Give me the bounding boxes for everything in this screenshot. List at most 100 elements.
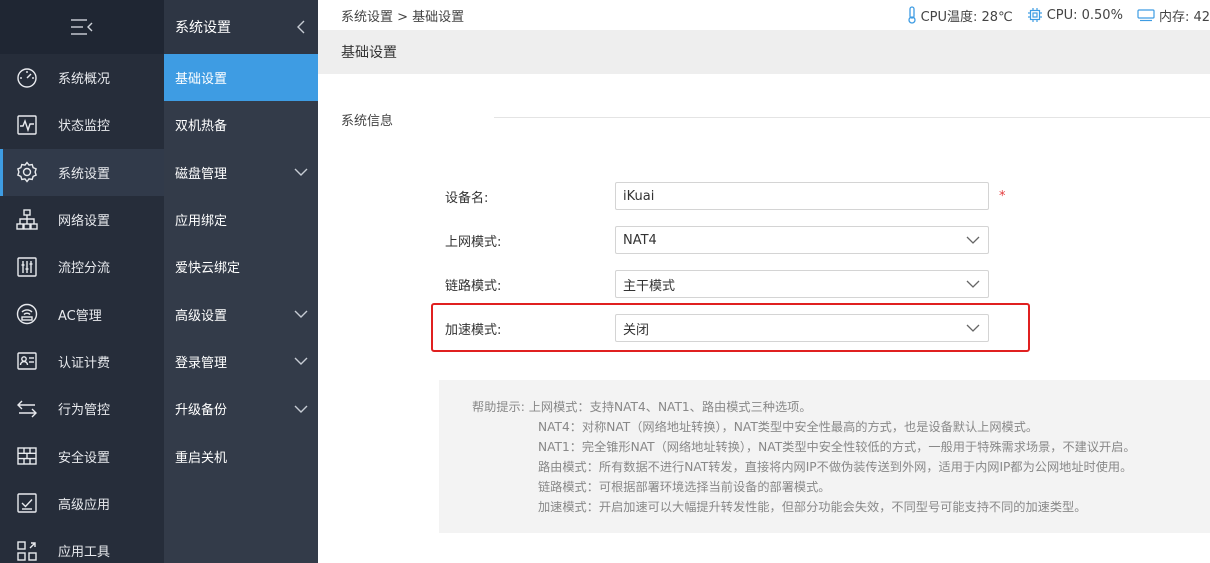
device-name-value: iKuai <box>623 188 655 204</box>
collapse-menu-icon[interactable] <box>69 17 95 37</box>
memory-status: 内存: 42 <box>1137 6 1210 25</box>
subnav-item-cloud-binding[interactable]: 爱快云绑定 <box>164 243 318 290</box>
form-row-link-mode: 链路模式: 主干模式 <box>445 270 989 298</box>
nav-item-label: 行为管控 <box>58 403 111 419</box>
subnav-item-label: 登录管理 <box>175 355 228 371</box>
nav-item-label: AC管理 <box>58 308 102 324</box>
help-line: 链路模式：可根据部署环境选择当前设备的部署模式。 <box>538 480 831 494</box>
subnav-item-label: 爱快云绑定 <box>175 261 241 277</box>
required-mark: * <box>999 188 1006 204</box>
nav-item-flow-control[interactable]: 流控分流 <box>0 243 164 290</box>
chevron-down-icon <box>966 280 980 288</box>
subnav-item-label: 磁盘管理 <box>175 166 228 182</box>
help-line: 加速模式：开启加速可以大幅提升转发性能，但部分功能会失效，不同型号可能支持不同的… <box>538 500 1087 514</box>
cpu-usage-text: CPU: 0.50% <box>1046 7 1123 23</box>
subnav-item-label: 双机热备 <box>175 119 228 135</box>
nav-item-ac-management[interactable]: AC管理 <box>0 290 164 337</box>
topbar: 系统设置 > 基础设置 CPU温度: 28℃ CPU: 0.50% 内存: 42 <box>318 0 1210 30</box>
chevron-down-icon <box>294 357 308 366</box>
section-divider <box>494 117 1210 118</box>
section-title: 系统信息 <box>341 114 394 129</box>
pulse-monitor-icon <box>14 112 40 138</box>
nav-item-overview[interactable]: 系统概况 <box>0 54 164 101</box>
cpu-status: CPU: 0.50% <box>1027 7 1123 23</box>
form-row-wan-mode: 上网模式: NAT4 <box>445 226 989 254</box>
nav-item-advanced-apps[interactable]: 高级应用 <box>0 480 164 527</box>
nav-item-label: 应用工具 <box>58 545 111 561</box>
cpu-chip-icon <box>1027 8 1042 22</box>
subnav-item-advanced-settings[interactable]: 高级设置 <box>164 290 318 337</box>
accel-mode-highlight-box <box>431 303 1030 352</box>
help-line: 路由模式：所有数据不进行NAT转发，直接将内网IP不做伪装传送到外网，适用于内网… <box>538 460 1133 474</box>
nav-item-label: 系统设置 <box>58 166 111 182</box>
subnav-item-disk-management[interactable]: 磁盘管理 <box>164 149 318 196</box>
dashboard-icon <box>14 65 40 91</box>
nav-item-label: 状态监控 <box>58 119 111 135</box>
help-prefix: 帮助提示: <box>472 400 525 414</box>
nav-item-behavior-control[interactable]: 行为管控 <box>0 385 164 432</box>
subnav-item-upgrade-backup[interactable]: 升级备份 <box>164 385 318 432</box>
subnav-item-label: 基础设置 <box>175 72 228 88</box>
wan-mode-select[interactable]: NAT4 <box>615 226 989 254</box>
nav-item-system-settings[interactable]: 系统设置 <box>0 148 164 197</box>
nav-item-label: 网络设置 <box>58 214 111 230</box>
wan-mode-value: NAT4 <box>623 232 657 248</box>
subnav-item-reboot-shutdown[interactable]: 重启关机 <box>164 432 318 479</box>
nav-item-auth-billing[interactable]: 认证计费 <box>0 338 164 385</box>
nav-item-label: 系统概况 <box>58 72 111 88</box>
network-icon <box>14 207 40 233</box>
chevron-left-icon[interactable] <box>296 20 306 34</box>
chevron-down-icon <box>294 168 308 177</box>
subnav-header: 系统设置 <box>164 0 318 54</box>
subnav-item-basic-settings[interactable]: 基础设置 <box>164 54 318 102</box>
nav-item-tools[interactable]: 应用工具 <box>0 527 164 563</box>
nav-item-label: 安全设置 <box>58 450 111 466</box>
help-box: 帮助提示: 上网模式：支持NAT4、NAT1、路由模式三种选项。 NAT4：对称… <box>439 380 1210 533</box>
gear-icon <box>14 159 40 185</box>
memory-usage-text: 内存: 42 <box>1158 9 1210 25</box>
memory-icon <box>1137 9 1155 22</box>
link-mode-label: 链路模式: <box>445 278 502 294</box>
cpu-temp-text: CPU温度: 28℃ <box>920 9 1013 25</box>
main-content: 系统设置 > 基础设置 CPU温度: 28℃ CPU: 0.50% 内存: 42… <box>318 0 1210 563</box>
check-doc-icon <box>14 490 40 516</box>
subnav-item-label: 高级设置 <box>175 308 228 324</box>
chevron-down-icon <box>966 236 980 244</box>
wan-mode-label: 上网模式: <box>445 234 502 250</box>
subnav-item-hot-standby[interactable]: 双机热备 <box>164 101 318 148</box>
id-card-icon <box>14 348 40 374</box>
wifi-ap-icon <box>14 301 40 327</box>
nav-item-label: 认证计费 <box>58 355 111 371</box>
sliders-icon <box>14 254 40 280</box>
menu-toggle-button[interactable] <box>0 0 164 54</box>
tools-icon <box>14 538 40 563</box>
firewall-icon <box>14 443 40 469</box>
chevron-down-icon <box>294 405 308 413</box>
subnav-item-label: 重启关机 <box>175 450 228 466</box>
subnav-title: 系统设置 <box>175 20 231 36</box>
page-title-bar: 基础设置 <box>318 30 1210 74</box>
device-name-input[interactable]: iKuai <box>615 182 989 210</box>
form-row-device-name: 设备名: iKuai * <box>445 182 1006 210</box>
subnav-item-login-management[interactable]: 登录管理 <box>164 338 318 385</box>
help-text: 上网模式：支持NAT4、NAT1、路由模式三种选项。 <box>528 400 812 414</box>
help-line: NAT1：完全锥形NAT（网络地址转换），NAT类型中安全性较低的方式，一般用于… <box>538 440 1136 454</box>
nav-item-security[interactable]: 安全设置 <box>0 432 164 479</box>
subnav-item-label: 升级备份 <box>175 403 228 419</box>
link-mode-value: 主干模式 <box>623 278 676 294</box>
subnav-item-app-binding[interactable]: 应用绑定 <box>164 196 318 243</box>
help-line: NAT4：对称NAT（网络地址转换），NAT类型中安全性最高的方式，也是设备默认… <box>538 420 1039 434</box>
thermometer-icon <box>907 6 916 24</box>
link-mode-select[interactable]: 主干模式 <box>615 270 989 298</box>
page-title: 基础设置 <box>341 45 397 61</box>
help-line: 帮助提示: 上网模式：支持NAT4、NAT1、路由模式三种选项。 <box>472 397 1210 417</box>
breadcrumb: 系统设置 > 基础设置 <box>341 9 465 25</box>
nav-item-monitor[interactable]: 状态监控 <box>0 101 164 148</box>
swap-arrows-icon <box>14 396 40 422</box>
subnav-item-label: 应用绑定 <box>175 214 228 230</box>
nav-item-label: 高级应用 <box>58 497 111 513</box>
device-name-label: 设备名: <box>445 190 489 206</box>
nav-item-network[interactable]: 网络设置 <box>0 196 164 243</box>
system-status: CPU温度: 28℃ CPU: 0.50% 内存: 42 <box>893 0 1210 30</box>
primary-sidebar: 系统概况 状态监控 系统设置 网络设置 流控分流 AC管理 认证计费 行为管控 … <box>0 0 164 563</box>
